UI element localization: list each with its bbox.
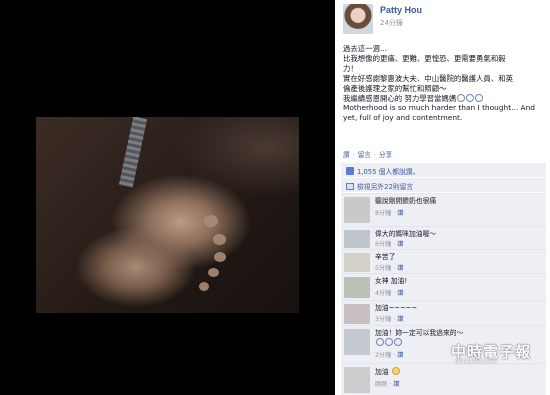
commenter-avatar[interactable]: [344, 304, 370, 324]
post-line: yet, full of joy and contentment.: [343, 113, 463, 123]
commenter-avatar[interactable]: [344, 230, 370, 248]
comment-text: 加油！妳一定可以我過來的～: [375, 329, 543, 338]
comment-text: 女神 加油!: [375, 277, 408, 285]
comment-like-link[interactable]: 讚: [397, 316, 403, 323]
comment-text: 偉大的媽咪加油喔～: [375, 230, 437, 238]
author-avatar[interactable]: [343, 4, 373, 34]
like-link[interactable]: 讚: [343, 151, 350, 159]
comment-meta: 剛剛 · 讚: [375, 381, 400, 388]
comment-bubble-icon: [346, 183, 354, 190]
comment-time[interactable]: 8分鐘: [375, 210, 391, 217]
comment-like-link[interactable]: 讚: [397, 210, 403, 217]
comment-time[interactable]: 5分鐘: [375, 265, 391, 272]
emoticon-icon: [475, 93, 484, 102]
comment-text: 加油: [375, 367, 543, 377]
comment-text: 加油~~~~~: [375, 304, 418, 312]
post-line-text: 我繼續感恩開心的 努力學習當媽媽: [343, 93, 457, 103]
commenter-avatar[interactable]: [344, 197, 370, 223]
comment-like-link[interactable]: 讚: [393, 381, 399, 388]
emoticon-icon: [457, 93, 466, 102]
author-name[interactable]: Patty Hou: [380, 5, 422, 15]
post-actions: 讚 · 留言 · 分享: [343, 151, 393, 159]
toe: [199, 282, 209, 291]
post-line: 過去這一週...: [343, 44, 388, 53]
share-link[interactable]: 分享: [379, 151, 392, 159]
comment-time[interactable]: 2分鐘: [375, 352, 391, 359]
commenter-avatar[interactable]: [344, 277, 370, 298]
comment-time[interactable]: 6分鐘: [375, 241, 391, 248]
comment-item: 偉大的媽咪加油喔～ 6分鐘 · 讚: [341, 226, 546, 249]
comment-text: 辛苦了: [375, 253, 396, 261]
likes-summary[interactable]: 1,055 個人都說讚。: [341, 163, 546, 177]
toe: [204, 215, 218, 227]
post-line: 實在好感謝黎惠波大夫、中山醫院的醫護人員、和英: [343, 73, 513, 83]
emoticon-icon: [466, 93, 475, 102]
comment-time[interactable]: 4分鐘: [375, 290, 391, 297]
post-text: 過去這一週... 比我想像的更痛、更難、更惶恐、更需要勇氣和毅 力！ 實在好感謝…: [343, 44, 545, 123]
emoticon-icon: [394, 338, 402, 346]
comment-emoticons: [375, 338, 402, 347]
comment-text-line: 加油！妳一定可以我過來的～: [375, 329, 464, 337]
commenter-avatar[interactable]: [344, 367, 370, 393]
comment-item: 女神 加油! 4分鐘 · 讚: [341, 273, 546, 300]
news-watermark: 中時電子報 chinatimes.com: [451, 341, 543, 367]
baby-feet-photo[interactable]: [36, 117, 299, 313]
view-more-comments[interactable]: 檢視另外22則留言: [341, 178, 546, 192]
smiley-icon: [391, 367, 400, 375]
comment-text-line: 加油: [375, 368, 389, 376]
comment-meta: 5分鐘 · 讚: [375, 265, 404, 272]
comment-like-link[interactable]: 讚: [397, 352, 403, 359]
comment-meta: 8分鐘 · 讚: [375, 210, 404, 217]
post-line: 倫產後護理之家的幫忙和照顧～: [343, 83, 447, 93]
post-line: 我繼續感恩開心的 努力學習當媽媽: [343, 93, 545, 104]
toe: [214, 252, 226, 262]
comment-like-link[interactable]: 讚: [397, 265, 403, 272]
emoticon-icon: [376, 338, 384, 346]
comment-like-link[interactable]: 讚: [397, 290, 403, 297]
watermark-url: chinatimes.com: [455, 359, 497, 365]
comment-item: 加油 剛剛 · 讚: [341, 363, 546, 395]
blanket-stripe: [118, 117, 148, 188]
view-more-comments-label[interactable]: 檢視另外22則留言: [357, 183, 413, 191]
comment-time[interactable]: 3分鐘: [375, 316, 391, 323]
post-timestamp[interactable]: 24分鐘: [380, 18, 403, 28]
commenter-avatar[interactable]: [344, 329, 370, 355]
comment-meta: 6分鐘 · 讚: [375, 241, 404, 248]
emoticon-icon: [385, 338, 393, 346]
likes-count[interactable]: 1,055 個人都說讚。: [357, 168, 419, 176]
comment-item: 加油~~~~~ 3分鐘 · 讚: [341, 300, 546, 325]
comment-item: 聽說剛開餵奶也很痛 8分鐘 · 讚: [341, 193, 546, 226]
side-panel: Patty Hou 24分鐘 過去這一週... 比我想像的更痛、更難、更惶恐、更…: [335, 0, 550, 395]
comment-meta: 2分鐘 · 讚: [375, 352, 404, 359]
comment-meta: 4分鐘 · 讚: [375, 290, 404, 297]
photo-viewer: [0, 0, 335, 395]
comment-text: 聽說剛開餵奶也很痛: [375, 197, 437, 205]
post-line: Motherhood is so much harder than I thou…: [343, 103, 535, 113]
commenter-avatar[interactable]: [344, 253, 370, 272]
comment-like-link[interactable]: 讚: [397, 241, 403, 248]
comment-time[interactable]: 剛剛: [375, 381, 387, 388]
thumbs-up-icon: [346, 167, 354, 175]
toe: [213, 234, 226, 245]
post-line: 力！: [343, 63, 358, 73]
comment-meta: 3分鐘 · 讚: [375, 316, 404, 323]
comment-item: 辛苦了 5分鐘 · 讚: [341, 249, 546, 273]
comment-link[interactable]: 留言: [358, 151, 371, 159]
toe: [208, 268, 219, 277]
post-line: 比我想像的更痛、更難、更惶恐、更需要勇氣和毅: [343, 53, 506, 63]
